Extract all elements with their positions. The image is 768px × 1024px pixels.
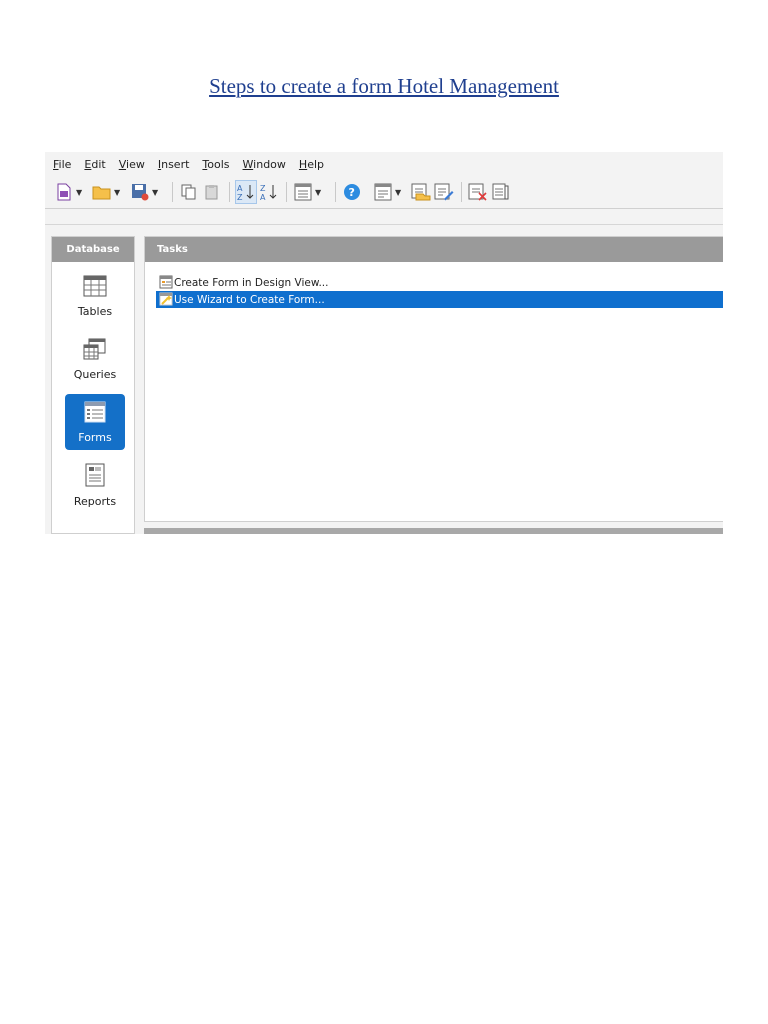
toolbar-separator xyxy=(286,182,287,202)
nav-item-reports[interactable]: Reports xyxy=(65,457,125,513)
nav-item-label: Tables xyxy=(77,304,113,318)
menu-file[interactable]: File xyxy=(53,158,71,171)
open-dropdown-icon[interactable]: ▼ xyxy=(114,188,124,197)
tasks-panel: Tasks Create Form in Design View... Use … xyxy=(144,236,723,522)
menu-edit[interactable]: Edit xyxy=(84,158,105,171)
menu-insert[interactable]: Insert xyxy=(158,158,190,171)
database-panel-header: Database xyxy=(52,237,134,262)
new-document-icon[interactable] xyxy=(53,180,75,204)
paste-icon[interactable] xyxy=(201,180,223,204)
nav-item-label: Reports xyxy=(73,494,117,508)
task-label: Use Wizard to Create Form... xyxy=(174,293,325,306)
new-form-dropdown-icon[interactable]: ▼ xyxy=(395,188,405,197)
svg-text:?: ? xyxy=(349,186,355,199)
panel-splitter[interactable] xyxy=(144,528,723,534)
new-form-icon[interactable] xyxy=(372,180,394,204)
toolbar-separator xyxy=(335,182,336,202)
nav-item-label: Forms xyxy=(78,430,112,444)
nav-item-forms[interactable]: Forms xyxy=(65,394,125,450)
save-dropdown-icon[interactable]: ▼ xyxy=(152,188,162,197)
task-use-wizard-create-form[interactable]: Use Wizard to Create Form... xyxy=(156,291,723,308)
task-create-form-design-view[interactable]: Create Form in Design View... xyxy=(156,274,723,291)
svg-text:Z: Z xyxy=(237,193,243,201)
design-view-icon xyxy=(159,275,173,292)
task-label: Create Form in Design View... xyxy=(174,276,329,289)
base-window-screenshot: File Edit View Insert Tools Window Help … xyxy=(45,152,723,534)
document-title[interactable]: Steps to create a form Hotel Management xyxy=(0,74,768,99)
open-folder-icon[interactable] xyxy=(91,180,113,204)
menu-bar: File Edit View Insert Tools Window Help xyxy=(45,152,723,176)
tasks-panel-header: Tasks xyxy=(145,237,723,262)
help-icon[interactable]: ? xyxy=(341,180,363,204)
copy-icon[interactable] xyxy=(178,180,200,204)
menu-view[interactable]: View xyxy=(119,158,145,171)
svg-text:Z: Z xyxy=(260,184,266,193)
reports-icon xyxy=(83,463,107,490)
nav-item-label: Queries xyxy=(73,367,117,381)
nav-item-queries[interactable]: Queries xyxy=(65,331,125,387)
toolbar: ▼ ▼ ▼ AZ ZA ▼ ? ▼ xyxy=(45,176,723,208)
database-panel: Database Tables Queries Forms Reports xyxy=(51,236,135,534)
wizard-icon xyxy=(159,292,173,309)
rename-form-icon[interactable] xyxy=(490,180,512,204)
toolbar-divider xyxy=(45,208,723,209)
nav-item-tables[interactable]: Tables xyxy=(65,268,125,324)
toolbar-separator xyxy=(229,182,230,202)
form-view-icon[interactable] xyxy=(292,180,314,204)
menu-help[interactable]: Help xyxy=(299,158,324,171)
toolbar-separator xyxy=(461,182,462,202)
open-form-icon[interactable] xyxy=(410,180,432,204)
page: Steps to create a form Hotel Management … xyxy=(0,0,768,1024)
toolbar-separator xyxy=(172,182,173,202)
save-icon[interactable] xyxy=(129,180,151,204)
toolbar-divider xyxy=(45,224,723,225)
table-icon xyxy=(83,275,107,300)
menu-window[interactable]: Window xyxy=(243,158,286,171)
edit-form-icon[interactable] xyxy=(433,180,455,204)
sort-ascending-icon[interactable]: AZ xyxy=(235,180,257,204)
delete-form-icon[interactable] xyxy=(467,180,489,204)
forms-icon xyxy=(83,401,107,426)
queries-icon xyxy=(83,338,107,363)
svg-text:A: A xyxy=(260,193,266,201)
sort-descending-icon[interactable]: ZA xyxy=(258,180,280,204)
form-view-dropdown-icon[interactable]: ▼ xyxy=(315,188,325,197)
menu-tools[interactable]: Tools xyxy=(202,158,229,171)
svg-text:A: A xyxy=(237,184,243,193)
new-dropdown-icon[interactable]: ▼ xyxy=(76,188,86,197)
